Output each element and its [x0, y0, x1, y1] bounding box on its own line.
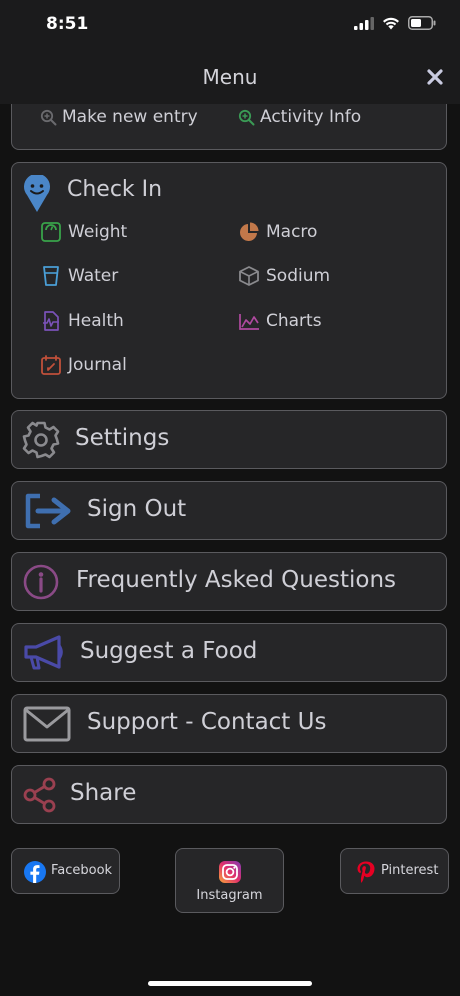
instagram-icon: [219, 861, 241, 883]
share-label: Share: [70, 780, 137, 806]
facebook-button[interactable]: Facebook: [11, 848, 120, 894]
page-title: Menu: [202, 65, 258, 89]
health-file-icon: [43, 311, 59, 331]
battery-icon: [408, 16, 436, 30]
facebook-icon: [24, 861, 46, 883]
faq-button[interactable]: Frequently Asked Questions: [11, 552, 447, 611]
checkin-journal[interactable]: Journal: [40, 354, 127, 376]
weight-label: Weight: [68, 222, 128, 242]
smiley-pin-icon: [24, 175, 50, 212]
entry-card: Make new entry Activity Info: [11, 104, 447, 150]
pinterest-label: Pinterest: [381, 863, 439, 878]
settings-label: Settings: [75, 425, 170, 451]
instagram-label: Instagram: [196, 888, 263, 903]
checkin-weight[interactable]: Weight: [40, 221, 127, 243]
macro-label: Macro: [266, 222, 318, 242]
cellular-signal-icon: [354, 16, 374, 30]
checkin-health[interactable]: Health: [40, 310, 124, 332]
glass-icon: [43, 266, 59, 286]
share-icon: [23, 777, 56, 813]
support-button[interactable]: Support - Contact Us: [11, 694, 447, 753]
health-label: Health: [68, 311, 124, 331]
status-bar: 8:51: [0, 0, 460, 52]
instagram-button[interactable]: Instagram: [175, 848, 284, 913]
settings-button[interactable]: Settings: [11, 410, 447, 469]
gear-icon: [22, 421, 60, 459]
wifi-icon: [383, 17, 399, 29]
envelope-icon: [23, 706, 71, 742]
megaphone-icon: [24, 635, 63, 670]
checkin-charts[interactable]: Charts: [238, 310, 322, 332]
status-time: 8:51: [46, 14, 89, 34]
sign-out-label: Sign Out: [87, 496, 187, 522]
water-label: Water: [68, 266, 119, 286]
suggest-food-label: Suggest a Food: [80, 638, 258, 664]
menu-scroll-area[interactable]: Make new entry Activity Info Check In We…: [0, 104, 460, 996]
checkin-water[interactable]: Water: [40, 265, 118, 287]
nav-bar: Menu: [0, 52, 460, 104]
sodium-label: Sodium: [266, 266, 331, 286]
checkin-sodium[interactable]: Sodium: [238, 265, 330, 287]
cube-icon: [239, 266, 259, 286]
pinterest-icon: [357, 861, 375, 883]
close-icon: [427, 69, 443, 85]
zoom-in-icon: [238, 109, 255, 125]
sign-out-icon: [25, 493, 71, 529]
make-new-entry-label: Make new entry: [62, 107, 198, 127]
info-icon: [23, 564, 59, 600]
home-indicator[interactable]: [148, 981, 312, 986]
checkin-card: Check In Weight Macro Water Sodium Healt…: [11, 162, 447, 399]
close-button[interactable]: [422, 64, 448, 90]
suggest-food-button[interactable]: Suggest a Food: [11, 623, 447, 682]
facebook-label: Facebook: [51, 863, 113, 878]
support-label: Support - Contact Us: [87, 709, 327, 735]
share-button[interactable]: Share: [11, 765, 447, 824]
sign-out-button[interactable]: Sign Out: [11, 481, 447, 540]
make-new-entry-link[interactable]: Make new entry: [40, 107, 198, 127]
calendar-edit-icon: [41, 355, 61, 375]
status-icons: [354, 16, 436, 30]
pinterest-button[interactable]: Pinterest: [340, 848, 449, 894]
journal-label: Journal: [68, 355, 127, 375]
activity-info-label: Activity Info: [260, 107, 362, 127]
area-chart-icon: [239, 314, 259, 330]
scale-icon: [41, 222, 61, 242]
faq-label: Frequently Asked Questions: [76, 567, 397, 593]
zoom-in-icon: [40, 109, 57, 125]
pie-chart-icon: [240, 222, 259, 241]
charts-label: Charts: [266, 311, 322, 331]
activity-info-link[interactable]: Activity Info: [238, 107, 361, 127]
checkin-title: Check In: [67, 177, 163, 202]
checkin-macro[interactable]: Macro: [238, 221, 317, 243]
